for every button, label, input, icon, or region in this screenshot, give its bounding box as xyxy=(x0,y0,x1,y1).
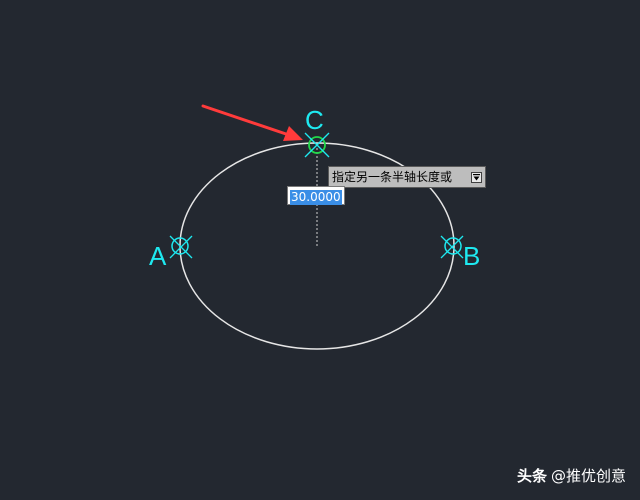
cad-drawing-canvas[interactable]: A B C 指定另一条半轴长度或 30.0000 头条 @推优创意 xyxy=(0,0,640,500)
point-label-b: B xyxy=(463,241,480,271)
length-input-field[interactable]: 30.0000 xyxy=(287,186,345,205)
watermark-author: @推优创意 xyxy=(550,467,626,485)
point-label-a: A xyxy=(149,241,167,271)
annotation-arrow-icon xyxy=(201,104,303,141)
down-arrow-icon[interactable] xyxy=(471,172,482,183)
grip-point-c[interactable] xyxy=(304,132,330,158)
length-input-value[interactable]: 30.0000 xyxy=(290,190,342,205)
watermark: 头条 @推优创意 xyxy=(517,465,626,486)
grip-point-b[interactable] xyxy=(440,235,464,259)
dynamic-input-tooltip: 指定另一条半轴长度或 xyxy=(328,166,486,188)
point-label-c: C xyxy=(305,105,324,135)
tooltip-prompt-text: 指定另一条半轴长度或 xyxy=(332,170,453,184)
watermark-brand: 头条 xyxy=(516,467,547,485)
drawing-area[interactable]: A B C xyxy=(0,0,640,500)
